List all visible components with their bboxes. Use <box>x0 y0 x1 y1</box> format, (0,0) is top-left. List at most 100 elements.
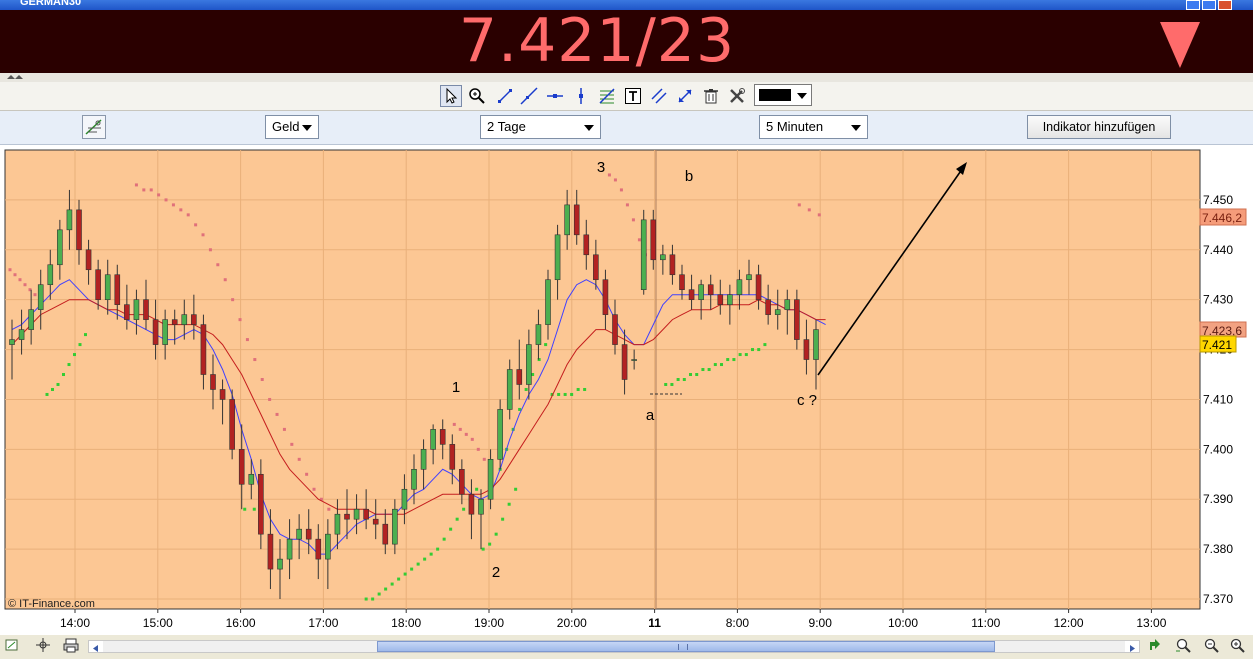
sar-dot-up <box>583 387 587 391</box>
x-tick-label: 12:00 <box>1054 616 1084 630</box>
sar-dot-up <box>524 387 528 391</box>
thumb-grip <box>678 644 688 650</box>
sar-dot-up <box>557 392 561 396</box>
sar-dot-down <box>260 378 264 381</box>
candle-body <box>258 473 264 535</box>
sar-dot-up <box>429 552 433 556</box>
pan-icon[interactable] <box>1146 637 1164 653</box>
candle-body <box>305 528 312 540</box>
candle-body <box>37 284 44 310</box>
sar-dot-down <box>216 263 220 267</box>
candle-body <box>746 274 752 281</box>
candle-body <box>593 254 599 281</box>
x-tick-label: 8:00 <box>726 616 750 630</box>
x-tick-label: 14:00 <box>60 616 90 630</box>
sar-dot-up <box>713 363 717 367</box>
chart-area[interactable]: 7.4507.4407.4307.4207.4107.4007.3907.380… <box>0 145 1253 635</box>
maximize-button[interactable] <box>1202 0 1216 10</box>
add-indicator-button[interactable]: Indikator hinzufügen <box>1027 115 1171 139</box>
vertical-line-icon[interactable] <box>570 85 592 107</box>
candle-body <box>296 528 302 540</box>
sar-dot-down <box>186 213 190 217</box>
zoom-fit-icon[interactable] <box>1174 637 1192 653</box>
price-label-upper: 7.446,2 <box>1202 211 1242 225</box>
sar-dot-down <box>631 218 635 222</box>
sar-dot-down <box>797 203 801 207</box>
x-tick-label: 10:00 <box>888 616 918 630</box>
color-picker[interactable] <box>754 84 812 106</box>
layout-icon[interactable] <box>4 637 22 653</box>
x-tick-label: 19:00 <box>474 616 504 630</box>
price-chart[interactable]: 7.4507.4407.4307.4207.4107.4007.3907.380… <box>0 145 1253 635</box>
sar-dot-down <box>13 273 17 277</box>
candle-body <box>573 204 580 236</box>
candle-body <box>698 284 704 300</box>
chart-settings-icon[interactable] <box>82 115 106 139</box>
sar-dot-down <box>619 188 623 192</box>
scroll-left-icon[interactable] <box>89 641 103 652</box>
price-label-current: 7.421 <box>1202 338 1232 352</box>
candle-body <box>545 279 551 325</box>
zoom-icon[interactable] <box>466 85 488 107</box>
candle-body <box>248 473 255 485</box>
horizontal-line-icon[interactable] <box>544 85 566 107</box>
scroll-right-icon[interactable] <box>1125 641 1139 652</box>
sar-dot-up <box>689 373 693 377</box>
candle-body <box>468 493 475 515</box>
candle-body <box>784 299 791 310</box>
sar-dot-up <box>744 353 748 357</box>
trash-icon[interactable] <box>700 85 722 107</box>
sar-dot-down <box>613 178 617 182</box>
sar-dot-up <box>544 343 548 347</box>
candle-body <box>717 294 724 305</box>
sar-dot-down <box>458 427 462 431</box>
zoom-out-icon[interactable] <box>1202 637 1220 653</box>
sar-dot-up <box>695 373 699 377</box>
horizontal-scrollbar[interactable] <box>88 640 1140 653</box>
text-icon[interactable] <box>622 85 644 107</box>
chevron-down-icon <box>584 125 594 131</box>
candle-body <box>334 513 341 535</box>
pointer-icon[interactable] <box>440 85 462 107</box>
x-tick-label: 13:00 <box>1136 616 1166 630</box>
candle-body <box>152 319 159 345</box>
line-icon[interactable] <box>518 85 540 107</box>
candle-body <box>363 508 369 520</box>
down-triangle-icon <box>1160 22 1200 68</box>
close-button[interactable] <box>1218 0 1232 10</box>
sar-dot-up <box>73 353 76 357</box>
candle-body <box>755 274 762 300</box>
y-tick-label: 7.450 <box>1203 193 1233 207</box>
sar-dot-down <box>305 472 309 476</box>
sar-dot-up <box>751 348 755 352</box>
candle-body <box>229 399 235 450</box>
interval-select[interactable]: 5 Minuten <box>759 115 868 139</box>
sar-dot-down <box>194 223 198 227</box>
candle-body <box>353 508 360 520</box>
zoom-in-icon[interactable] <box>1228 637 1246 653</box>
candle-body <box>679 274 685 290</box>
candle-body <box>18 329 25 340</box>
candle-body <box>430 429 436 450</box>
sar-dot-down <box>290 442 294 446</box>
sar-dot-down <box>327 507 331 511</box>
crosshair-icon[interactable] <box>34 637 52 653</box>
sar-dot-down <box>312 487 316 491</box>
x-tick-label: 16:00 <box>226 616 256 630</box>
sar-dot-up <box>442 537 446 541</box>
price-type-select[interactable]: Geld <box>265 115 319 139</box>
sar-dot-down <box>33 293 37 297</box>
candle-body <box>133 299 140 320</box>
sar-dot-up <box>462 507 466 511</box>
interval-value: 5 Minuten <box>766 119 824 134</box>
sar-dot-down <box>223 278 227 282</box>
trend-line-icon[interactable] <box>494 85 516 107</box>
tools-icon[interactable] <box>726 85 748 107</box>
expand-icon[interactable] <box>674 85 696 107</box>
period-select[interactable]: 2 Tage <box>480 115 601 139</box>
scrollbar-thumb[interactable] <box>377 641 995 652</box>
parallel-lines-icon[interactable] <box>648 85 670 107</box>
candle-body <box>372 518 379 525</box>
print-icon[interactable] <box>62 637 80 653</box>
fibonacci-icon[interactable] <box>596 85 618 107</box>
